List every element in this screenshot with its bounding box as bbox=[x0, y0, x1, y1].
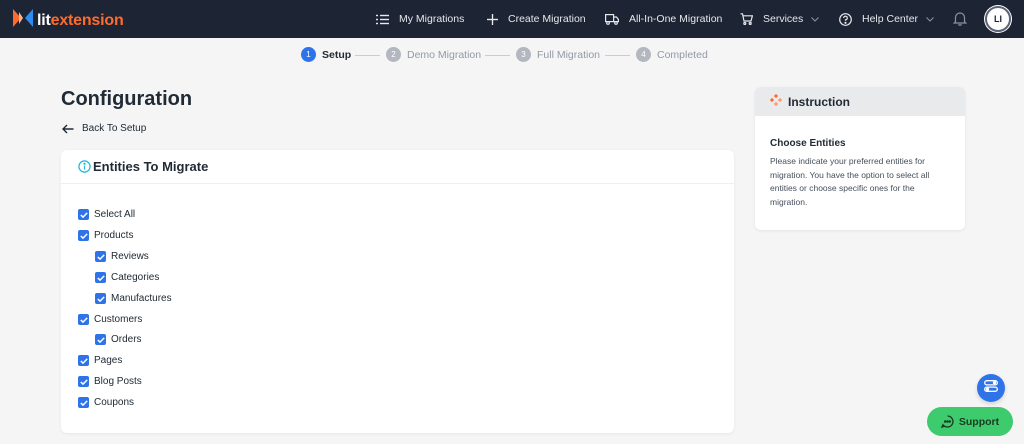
checkbox-checked-icon[interactable] bbox=[78, 397, 89, 408]
step-label: Full Migration bbox=[537, 48, 601, 61]
support-button[interactable]: Support bbox=[927, 407, 1013, 436]
entities-card-header: Entities To Migrate bbox=[61, 150, 734, 184]
checkbox-checked-icon[interactable] bbox=[95, 272, 106, 283]
checkbox-checked-icon[interactable] bbox=[78, 314, 89, 325]
checkbox-checked-icon[interactable] bbox=[95, 293, 106, 304]
step-connector bbox=[355, 55, 380, 56]
checkbox-checked-icon[interactable] bbox=[78, 355, 89, 366]
step-label: Completed bbox=[657, 48, 708, 61]
step-number: 4 bbox=[636, 47, 651, 62]
nav-my-migrations[interactable]: My Migrations bbox=[376, 0, 464, 38]
help-circle-icon bbox=[839, 12, 852, 26]
checkbox-blog-posts[interactable]: Blog Posts bbox=[78, 376, 142, 387]
chevron-down-icon bbox=[926, 16, 934, 22]
toggle-fab-button[interactable] bbox=[977, 374, 1005, 402]
avatar-initials: LI bbox=[994, 14, 1002, 24]
checkbox-checked-icon[interactable] bbox=[78, 376, 89, 387]
checkbox-select-all[interactable]: Select All bbox=[78, 209, 135, 220]
user-avatar[interactable]: LI bbox=[985, 6, 1011, 32]
list-icon bbox=[376, 14, 389, 25]
chat-icon bbox=[940, 415, 954, 428]
checkbox-label: Reviews bbox=[111, 251, 149, 262]
checkbox-label: Customers bbox=[94, 314, 143, 325]
checkbox-coupons[interactable]: Coupons bbox=[78, 397, 134, 408]
nav-my-migrations-label: My Migrations bbox=[399, 13, 465, 25]
checkbox-checked-icon[interactable] bbox=[95, 251, 106, 262]
entities-card-title: Entities To Migrate bbox=[93, 159, 209, 174]
entities-card: Entities To Migrate Select All Products … bbox=[61, 150, 734, 433]
step-setup[interactable]: 1 Setup bbox=[301, 47, 351, 62]
checkbox-reviews[interactable]: Reviews bbox=[95, 251, 149, 262]
checkbox-manufactures[interactable]: Manufactures bbox=[95, 293, 172, 304]
instruction-header: Instruction bbox=[755, 87, 965, 116]
nav-help-center-label: Help Center bbox=[862, 13, 919, 25]
checkbox-products[interactable]: Products bbox=[78, 230, 133, 241]
instruction-panel: Instruction Choose Entities Please indic… bbox=[755, 87, 965, 230]
chevron-down-icon bbox=[811, 16, 820, 22]
step-number: 1 bbox=[301, 47, 316, 62]
nav-create-migration-label: Create Migration bbox=[508, 13, 586, 25]
checkbox-checked-icon[interactable] bbox=[78, 209, 89, 220]
checkbox-label: Blog Posts bbox=[94, 376, 142, 387]
step-connector bbox=[485, 55, 510, 56]
back-to-setup-link[interactable]: Back To Setup bbox=[62, 123, 146, 134]
support-label: Support bbox=[958, 415, 1000, 428]
top-navbar: litextension My Migrations Create Migrat… bbox=[0, 0, 1024, 38]
brand-logo[interactable]: litextension bbox=[13, 9, 124, 32]
checkbox-label: Manufactures bbox=[111, 293, 172, 304]
step-full-migration[interactable]: 3 Full Migration bbox=[516, 47, 600, 62]
checkbox-label: Pages bbox=[94, 355, 123, 366]
checkbox-label: Orders bbox=[111, 334, 142, 345]
checkbox-label: Coupons bbox=[94, 397, 135, 408]
instruction-dots-icon bbox=[769, 93, 783, 111]
migration-stepper: 1 Setup 2 Demo Migration 3 Full Migratio… bbox=[0, 47, 1024, 65]
truck-icon bbox=[605, 13, 619, 25]
step-number: 3 bbox=[516, 47, 531, 62]
nav-create-migration[interactable]: Create Migration bbox=[487, 0, 586, 38]
info-icon bbox=[78, 160, 91, 173]
step-number: 2 bbox=[386, 47, 401, 62]
step-label: Demo Migration bbox=[407, 48, 482, 61]
step-completed[interactable]: 4 Completed bbox=[636, 47, 708, 62]
checkbox-checked-icon[interactable] bbox=[78, 230, 89, 241]
checkbox-customers[interactable]: Customers bbox=[78, 314, 142, 325]
nav-all-in-one-label: All-In-One Migration bbox=[629, 13, 723, 25]
checkbox-label: Categories bbox=[111, 272, 160, 283]
checkbox-orders[interactable]: Orders bbox=[95, 334, 142, 345]
step-label: Setup bbox=[322, 48, 352, 61]
page-title: Configuration bbox=[61, 88, 193, 110]
arrow-left-icon bbox=[62, 124, 74, 134]
checkbox-pages[interactable]: Pages bbox=[78, 355, 122, 366]
toggle-icon bbox=[984, 379, 998, 397]
bell-icon[interactable] bbox=[952, 11, 968, 31]
checkbox-categories[interactable]: Categories bbox=[95, 272, 159, 283]
cart-icon bbox=[740, 13, 753, 25]
brand-name-part1: lit bbox=[37, 11, 51, 29]
checkbox-checked-icon[interactable] bbox=[95, 334, 106, 345]
instruction-subtitle: Choose Entities bbox=[770, 138, 846, 149]
step-demo-migration[interactable]: 2 Demo Migration bbox=[386, 47, 481, 62]
checkbox-label: Products bbox=[94, 230, 134, 241]
litextension-logo-icon bbox=[13, 9, 33, 32]
nav-all-in-one-migration[interactable]: All-In-One Migration bbox=[605, 0, 722, 38]
instruction-title: Instruction bbox=[788, 94, 850, 109]
step-connector bbox=[605, 55, 630, 56]
nav-services-label: Services bbox=[763, 13, 804, 25]
nav-help-center[interactable]: Help Center bbox=[839, 0, 934, 38]
plus-icon bbox=[487, 13, 498, 25]
nav-services[interactable]: Services bbox=[740, 0, 820, 38]
checkbox-label: Select All bbox=[94, 209, 136, 220]
instruction-text: Please indicate your preferred entities … bbox=[770, 156, 930, 207]
brand-name: litextension bbox=[37, 12, 124, 30]
brand-name-part2: extension bbox=[50, 11, 124, 29]
back-link-label: Back To Setup bbox=[82, 123, 147, 134]
instruction-body: Choose Entities Please indicate your pre… bbox=[755, 116, 965, 209]
